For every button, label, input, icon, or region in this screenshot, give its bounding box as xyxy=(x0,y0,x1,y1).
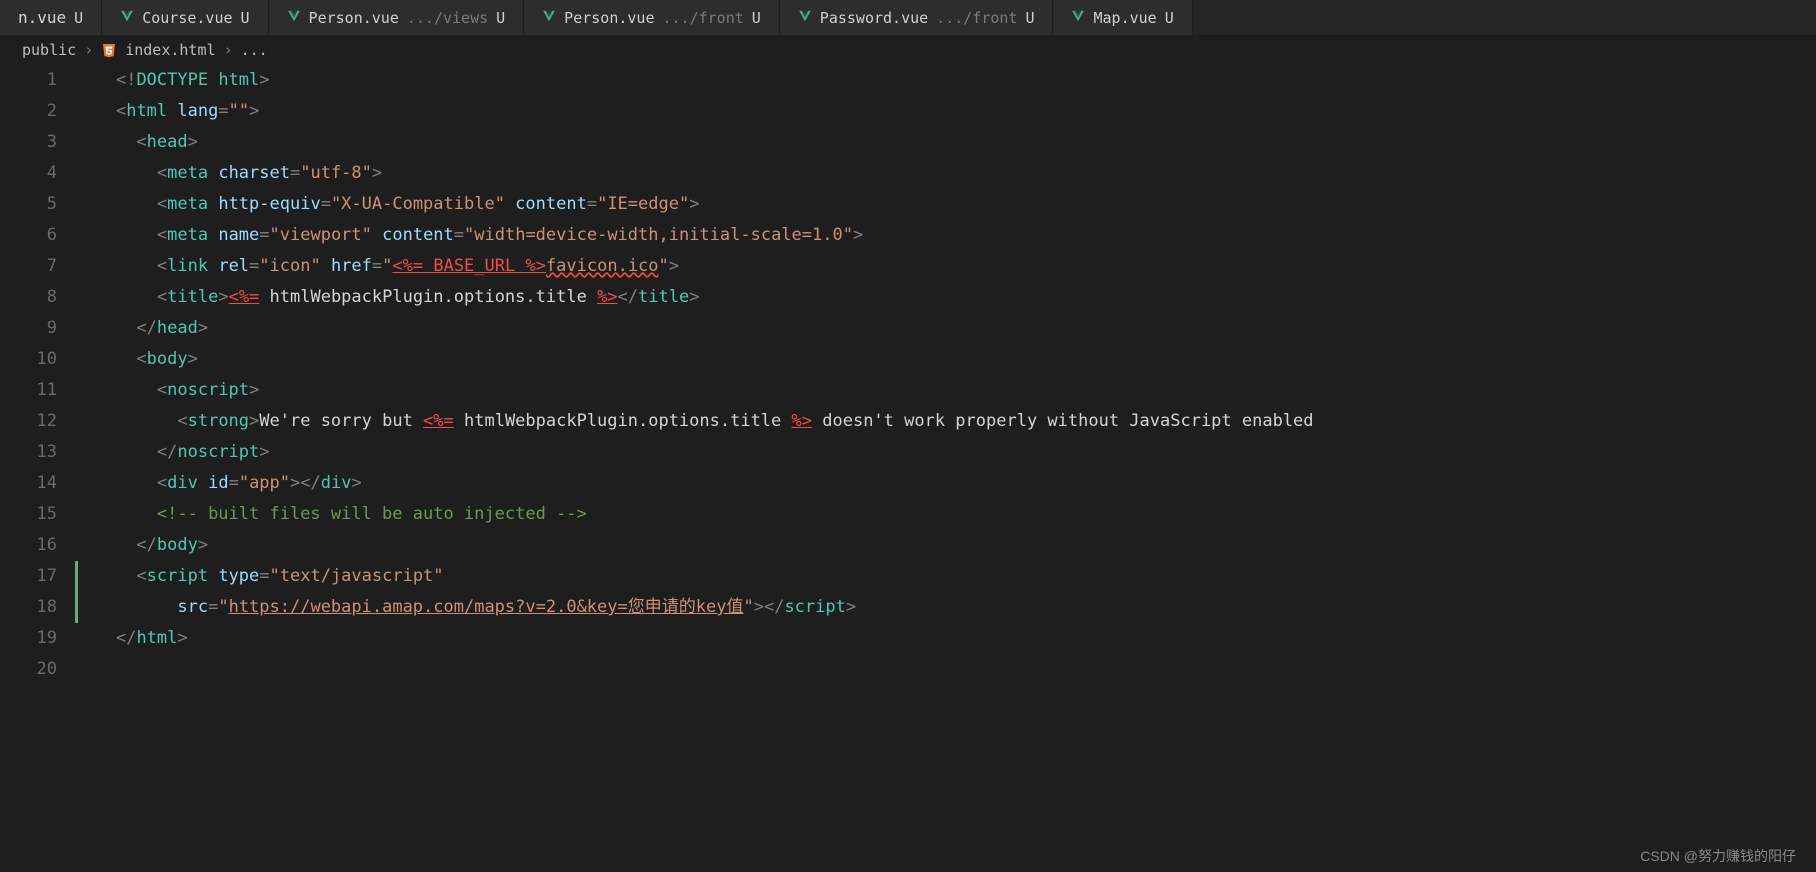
editor-tabs: n.vue U Course.vue U Person.vue .../view… xyxy=(0,0,1816,35)
git-change-indicator xyxy=(75,561,78,623)
tab-course[interactable]: Course.vue U xyxy=(102,0,268,35)
tab-sublabel: .../front xyxy=(936,9,1017,27)
tab-label: Course.vue xyxy=(142,9,232,27)
vue-icon xyxy=(1071,8,1085,27)
tab-label: Map.vue xyxy=(1093,9,1156,27)
modified-indicator: U xyxy=(74,9,83,27)
modified-indicator: U xyxy=(496,9,505,27)
code-editor[interactable]: 1234567891011121314151617181920 <!DOCTYP… xyxy=(0,65,1816,685)
tab-sublabel: .../front xyxy=(662,9,743,27)
tab-password[interactable]: Password.vue .../front U xyxy=(780,0,1054,35)
tab-person-front[interactable]: Person.vue .../front U xyxy=(524,0,780,35)
tab-label: Person.vue xyxy=(309,9,399,27)
modified-indicator: U xyxy=(752,9,761,27)
tab-person-views[interactable]: Person.vue .../views U xyxy=(269,0,525,35)
tab-label: Person.vue xyxy=(564,9,654,27)
tab-label: Password.vue xyxy=(820,9,928,27)
watermark: CSDN @努力赚钱的阳仔 xyxy=(1640,846,1796,866)
tab-nvue[interactable]: n.vue U xyxy=(0,0,102,35)
chevron-right-icon: › xyxy=(84,41,93,59)
modified-indicator: U xyxy=(1025,9,1034,27)
modified-indicator: U xyxy=(1165,9,1174,27)
vue-icon xyxy=(287,8,301,27)
tab-sublabel: .../views xyxy=(407,9,488,27)
vue-icon xyxy=(120,8,134,27)
vue-icon xyxy=(542,8,556,27)
modified-indicator: U xyxy=(241,9,250,27)
vue-icon xyxy=(798,8,812,27)
chevron-right-icon: › xyxy=(224,41,233,59)
breadcrumb-seg: ... xyxy=(241,41,268,59)
breadcrumb-seg: index.html xyxy=(125,41,215,59)
code-content[interactable]: <!DOCTYPE html> <html lang=""> <head> <m… xyxy=(75,65,1816,685)
tab-label: n.vue xyxy=(18,8,66,27)
breadcrumb[interactable]: public › index.html › ... xyxy=(0,35,1816,65)
line-gutter: 1234567891011121314151617181920 xyxy=(0,65,75,685)
html-file-icon xyxy=(101,42,117,58)
tab-map[interactable]: Map.vue U xyxy=(1053,0,1192,35)
breadcrumb-seg: public xyxy=(22,41,76,59)
